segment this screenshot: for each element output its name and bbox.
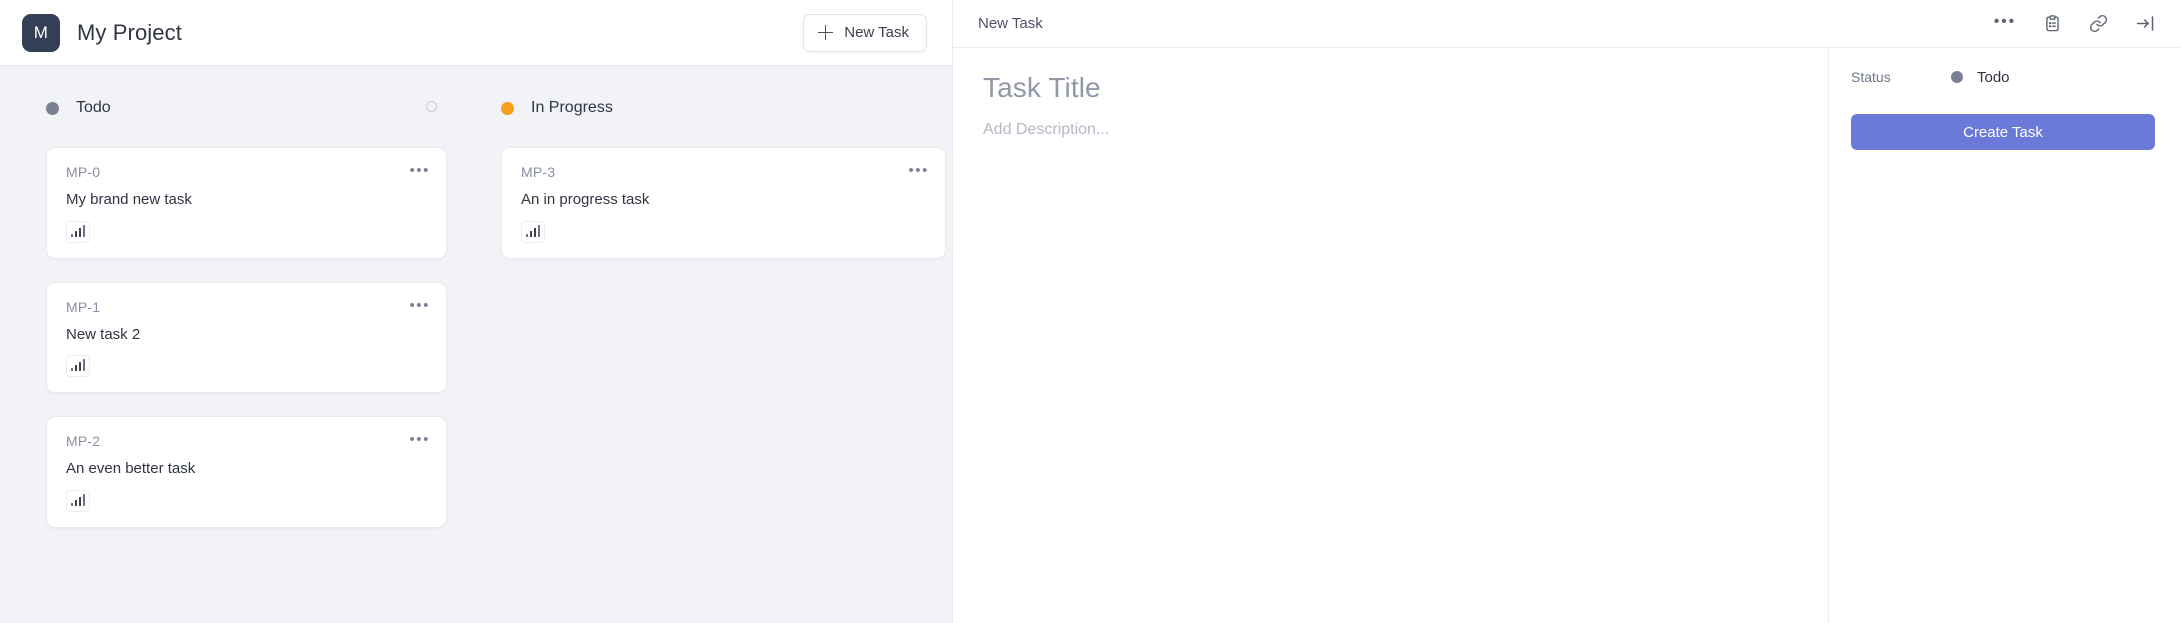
panel-main: Task Title Add Description... bbox=[953, 48, 1828, 623]
bar-chart-icon[interactable] bbox=[66, 489, 90, 512]
task-title: An in progress task bbox=[521, 191, 650, 208]
project-logo: M bbox=[22, 13, 60, 52]
status-dot-icon-todo bbox=[46, 101, 59, 115]
task-board-app: M My Project New Task Todo MP-0 ••• My b… bbox=[0, 0, 2181, 623]
bar-chart-icon[interactable] bbox=[66, 355, 90, 377]
bar-chart-icon[interactable] bbox=[66, 220, 90, 243]
task-key: MP-3 bbox=[521, 164, 556, 180]
task-title: New task 2 bbox=[66, 325, 141, 343]
panel-actions: ••• bbox=[1994, 13, 2156, 34]
new-task-button[interactable]: New Task bbox=[803, 13, 927, 52]
bar-chart-icon[interactable] bbox=[521, 220, 545, 243]
panel-title: New Task bbox=[978, 15, 1043, 32]
task-title: An even better task bbox=[66, 460, 196, 477]
task-card-menu-button[interactable]: ••• bbox=[409, 298, 430, 313]
column-header-todo: Todo bbox=[46, 95, 447, 121]
link-icon[interactable] bbox=[2089, 14, 2108, 33]
task-card[interactable]: MP-3 ••• An in progress task bbox=[501, 147, 946, 259]
brand: M My Project bbox=[22, 13, 803, 52]
status-value-label: Todo bbox=[1977, 68, 2010, 86]
panel-body: Task Title Add Description... Status Tod… bbox=[953, 48, 2181, 623]
task-key: MP-1 bbox=[66, 298, 101, 315]
task-card-menu-button[interactable]: ••• bbox=[409, 432, 430, 447]
task-title-input[interactable]: Task Title bbox=[983, 72, 1798, 104]
task-card-menu-button[interactable]: ••• bbox=[409, 163, 430, 178]
task-card[interactable]: MP-2 ••• An even better task bbox=[46, 416, 447, 528]
collapse-panel-icon[interactable] bbox=[2135, 13, 2156, 34]
board-column-todo: Todo MP-0 ••• My brand new task MP-1 •••… bbox=[0, 95, 473, 551]
page-title: My Project bbox=[77, 19, 182, 45]
task-detail-panel: New Task ••• Task Title Add Description.… bbox=[952, 0, 2181, 623]
task-key: MP-0 bbox=[66, 164, 101, 180]
task-card[interactable]: MP-0 ••• My brand new task bbox=[46, 147, 447, 259]
column-title-in-progress: In Progress bbox=[531, 99, 613, 116]
plus-icon bbox=[818, 25, 834, 40]
panel-sidebar: Status Todo Create Task bbox=[1828, 48, 2181, 623]
task-card[interactable]: MP-1 ••• New task 2 bbox=[46, 281, 447, 393]
more-horizontal-icon[interactable]: ••• bbox=[1994, 13, 2016, 34]
column-header-in-progress: In Progress bbox=[501, 95, 946, 121]
board-area: M My Project New Task Todo MP-0 ••• My b… bbox=[0, 0, 952, 623]
status-dot-icon bbox=[1951, 71, 1963, 83]
clipboard-list-icon[interactable] bbox=[2043, 14, 2062, 33]
loading-spinner-icon bbox=[426, 101, 437, 112]
task-title: My brand new task bbox=[66, 191, 192, 208]
board-column-in-progress: In Progress MP-3 ••• An in progress task bbox=[473, 95, 946, 282]
task-key: MP-2 bbox=[66, 433, 101, 449]
task-card-menu-button[interactable]: ••• bbox=[908, 163, 929, 178]
status-dot-icon-in-progress bbox=[501, 101, 514, 115]
task-description-input[interactable]: Add Description... bbox=[983, 121, 1798, 139]
status-field-label: Status bbox=[1851, 69, 1891, 85]
column-title-todo: Todo bbox=[76, 99, 111, 116]
new-task-button-label: New Task bbox=[844, 24, 909, 41]
board-header: M My Project New Task bbox=[0, 0, 952, 66]
create-task-button[interactable]: Create Task bbox=[1851, 114, 2155, 150]
board-columns: Todo MP-0 ••• My brand new task MP-1 •••… bbox=[0, 66, 952, 551]
status-badge[interactable]: Todo bbox=[1951, 69, 2010, 86]
status-field-row: Status Todo bbox=[1851, 64, 2155, 90]
panel-header: New Task ••• bbox=[953, 0, 2181, 48]
